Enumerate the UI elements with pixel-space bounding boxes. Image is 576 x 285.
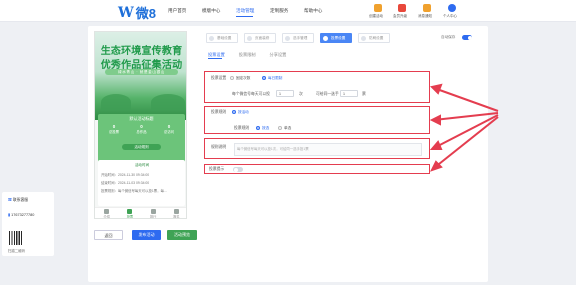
- service-row[interactable]: ☎ 联系客服: [8, 198, 28, 203]
- phone-row: ▮ 17673277780: [8, 212, 34, 217]
- arrow-line: [433, 87, 499, 112]
- arrow-head: [429, 140, 443, 150]
- headset-icon: ☎: [8, 198, 12, 202]
- qr-code-label: 扫描二维码: [8, 249, 25, 253]
- phone-icon: ▮: [8, 213, 11, 217]
- annotation-arrows: [429, 83, 499, 172]
- phone-number: 17673277780: [11, 213, 35, 217]
- service-label: 联系客服: [12, 198, 29, 202]
- arrow-head: [429, 114, 441, 126]
- arrow-head: [430, 83, 443, 95]
- customer-service-widget: ☎ 联系客服 ▮ 17673277780 扫描二维码: [2, 192, 54, 256]
- qr-code-image: [9, 231, 23, 245]
